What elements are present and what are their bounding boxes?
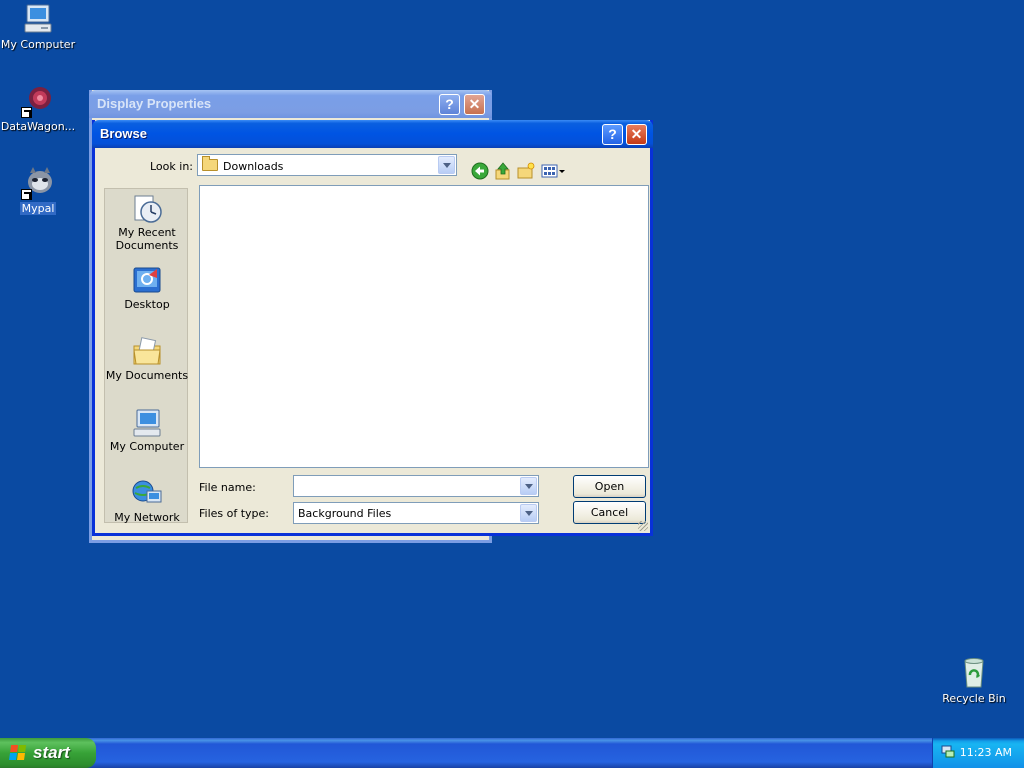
folder-icon: [202, 156, 218, 171]
close-button[interactable]: ✕: [464, 94, 485, 115]
place-my-documents[interactable]: My Documents: [105, 336, 189, 382]
files-of-type-dropdown[interactable]: Background Files: [293, 502, 539, 524]
browse-titlebar[interactable]: Browse ? ✕: [92, 120, 653, 148]
browse-dialog[interactable]: Browse ? ✕ Look in: Downloads My Recent …: [92, 120, 653, 536]
clock[interactable]: 11:23 AM: [960, 746, 1012, 759]
place-desktop[interactable]: Desktop: [105, 265, 189, 311]
look-in-value: Downloads: [223, 160, 284, 173]
place-my-recent-documents[interactable]: My Recent Documents: [105, 193, 189, 252]
place-label: My Computer: [109, 440, 185, 453]
start-button[interactable]: start: [0, 738, 96, 768]
recycle-bin-icon: [957, 656, 991, 690]
chevron-down-icon[interactable]: [520, 504, 537, 522]
files-of-type-value: Background Files: [298, 507, 392, 520]
desktop-icon-mypal[interactable]: Mypal: [0, 166, 78, 215]
chevron-down-icon[interactable]: [520, 477, 537, 495]
resize-grip-icon[interactable]: [638, 521, 648, 531]
computer-icon: [21, 2, 55, 36]
display-properties-titlebar[interactable]: Display Properties ? ✕: [89, 90, 492, 118]
desktop-icon-datawagon[interactable]: DataWagon...: [0, 84, 78, 133]
place-label: My Documents: [105, 369, 189, 382]
look-in-value-wrap: Downloads: [202, 156, 284, 173]
shortcut-arrow-icon: [21, 107, 32, 118]
look-in-dropdown[interactable]: Downloads: [197, 154, 457, 176]
place-label: My Recent Documents: [115, 226, 179, 252]
network-globe-icon: [131, 478, 163, 510]
view-menu-icon: [541, 164, 565, 178]
window-title: Browse: [100, 126, 147, 141]
system-tray: 11:23 AM: [932, 738, 1024, 768]
help-button[interactable]: ?: [439, 94, 460, 115]
network-status-icon[interactable]: [941, 745, 955, 759]
start-label: start: [33, 743, 70, 762]
view-menu-button[interactable]: [541, 162, 567, 180]
new-folder-button[interactable]: [517, 162, 535, 180]
windows-logo-icon: [9, 745, 27, 761]
window-title: Display Properties: [97, 96, 212, 111]
back-button[interactable]: [471, 162, 489, 180]
places-bar: My Recent Documents Desktop My Documents…: [104, 188, 189, 524]
chevron-down-icon[interactable]: [438, 156, 455, 174]
files-of-type-label: Files of type:: [199, 507, 270, 520]
computer-icon: [131, 407, 163, 439]
my-documents-icon: [131, 336, 163, 368]
up-folder-icon: [495, 162, 510, 180]
file-name-label: File name:: [199, 481, 256, 494]
place-label: My Network: [114, 511, 180, 524]
shortcut-arrow-icon: [21, 189, 32, 200]
new-folder-icon: [517, 162, 535, 179]
back-arrow-icon: [471, 162, 489, 180]
desktop-icon-label: Mypal: [19, 202, 57, 215]
up-folder-button[interactable]: [494, 162, 512, 180]
open-button[interactable]: Open: [573, 475, 646, 498]
desktop-icon-my-computer[interactable]: My Computer: [0, 2, 78, 51]
close-button[interactable]: ✕: [626, 124, 647, 145]
file-name-input[interactable]: [293, 475, 539, 497]
desktop-icon-label: Recycle Bin: [942, 692, 1006, 705]
desktop-icon: [131, 265, 163, 297]
mypal-icon: [21, 166, 55, 200]
recent-documents-icon: [131, 193, 163, 225]
place-my-computer[interactable]: My Computer: [105, 407, 189, 453]
datawagon-icon: [21, 84, 55, 118]
look-in-label: Look in:: [150, 160, 193, 173]
taskbar: start 11:23 AM: [0, 738, 1024, 768]
desktop-icon-label: DataWagon...: [0, 120, 76, 133]
desktop-icon-label: My Computer: [0, 38, 76, 51]
place-my-network[interactable]: My Network: [105, 478, 189, 524]
cancel-button[interactable]: Cancel: [573, 501, 646, 524]
file-list-view[interactable]: [199, 185, 649, 468]
help-button[interactable]: ?: [602, 124, 623, 145]
place-label: Desktop: [124, 298, 170, 311]
desktop-icon-recycle-bin[interactable]: Recycle Bin: [934, 656, 1014, 705]
